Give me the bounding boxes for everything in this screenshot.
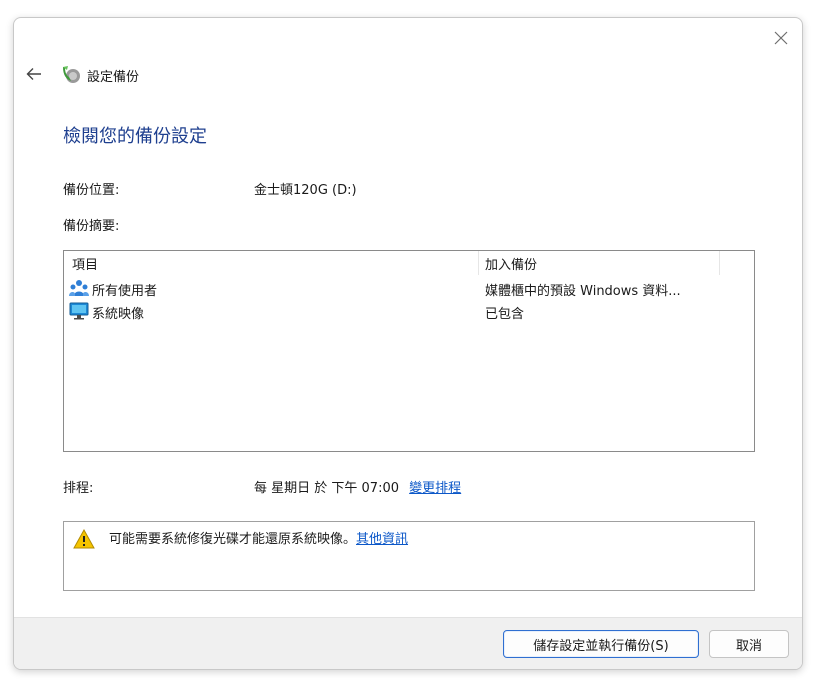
list-item-system-image[interactable]: 系統映像 已包含 xyxy=(64,300,754,322)
close-icon xyxy=(774,31,788,45)
notice-message: 可能需要系統修復光碟才能還原系統映像。其他資訊 xyxy=(109,528,408,547)
list-item-name: 系統映像 xyxy=(92,307,145,322)
window-title: 設定備份 xyxy=(87,70,140,85)
schedule-value: 每 星期日 於 下午 07:00 變更排程 xyxy=(254,477,461,496)
cancel-button[interactable]: 取消 xyxy=(709,630,789,658)
warning-icon xyxy=(73,529,95,549)
backup-app-icon xyxy=(63,66,80,83)
column-separator xyxy=(719,251,720,275)
monitor-icon xyxy=(69,302,89,320)
save-and-run-backup-button[interactable]: 儲存設定並執行備份(S) xyxy=(503,630,699,658)
close-button[interactable] xyxy=(766,24,796,52)
list-item-value: 已包含 xyxy=(485,307,525,322)
users-icon xyxy=(69,280,89,296)
column-header-item[interactable]: 項目 xyxy=(72,254,98,273)
backup-summary-list[interactable]: 項目 加入備份 所有使用者 媒體櫃中的預設 Windows 資料... 系統映像… xyxy=(63,250,755,452)
backup-location-label: 備份位置: xyxy=(63,183,120,198)
notice-text: 可能需要系統修復光碟才能還原系統映像。 xyxy=(109,532,357,547)
backup-settings-window: 設定備份 檢閱您的備份設定 備份位置: 金士頓120G (D:) 備份摘要: 項… xyxy=(13,17,803,670)
column-header-included[interactable]: 加入備份 xyxy=(485,254,537,273)
notice-box: 可能需要系統修復光碟才能還原系統映像。其他資訊 xyxy=(63,521,755,591)
schedule-label: 排程: xyxy=(63,481,94,496)
column-separator xyxy=(478,251,479,275)
backup-summary-label: 備份摘要: xyxy=(63,219,120,234)
schedule-text: 每 星期日 於 下午 07:00 xyxy=(254,481,399,496)
list-item-all-users[interactable]: 所有使用者 媒體櫃中的預設 Windows 資料... xyxy=(64,277,754,299)
list-header: 項目 加入備份 xyxy=(64,251,754,275)
backup-location-value: 金士頓120G (D:) xyxy=(254,183,357,198)
title-bar: 設定備份 xyxy=(14,60,414,88)
page-heading: 檢閱您的備份設定 xyxy=(63,126,207,147)
list-item-name: 所有使用者 xyxy=(92,284,158,299)
list-item-value: 媒體櫃中的預設 Windows 資料... xyxy=(485,284,681,299)
change-schedule-link[interactable]: 變更排程 xyxy=(409,481,461,496)
more-info-link[interactable]: 其他資訊 xyxy=(356,532,408,547)
back-arrow-icon xyxy=(26,68,41,80)
button-bar: 儲存設定並執行備份(S) 取消 xyxy=(14,617,802,669)
back-button[interactable] xyxy=(22,62,46,86)
